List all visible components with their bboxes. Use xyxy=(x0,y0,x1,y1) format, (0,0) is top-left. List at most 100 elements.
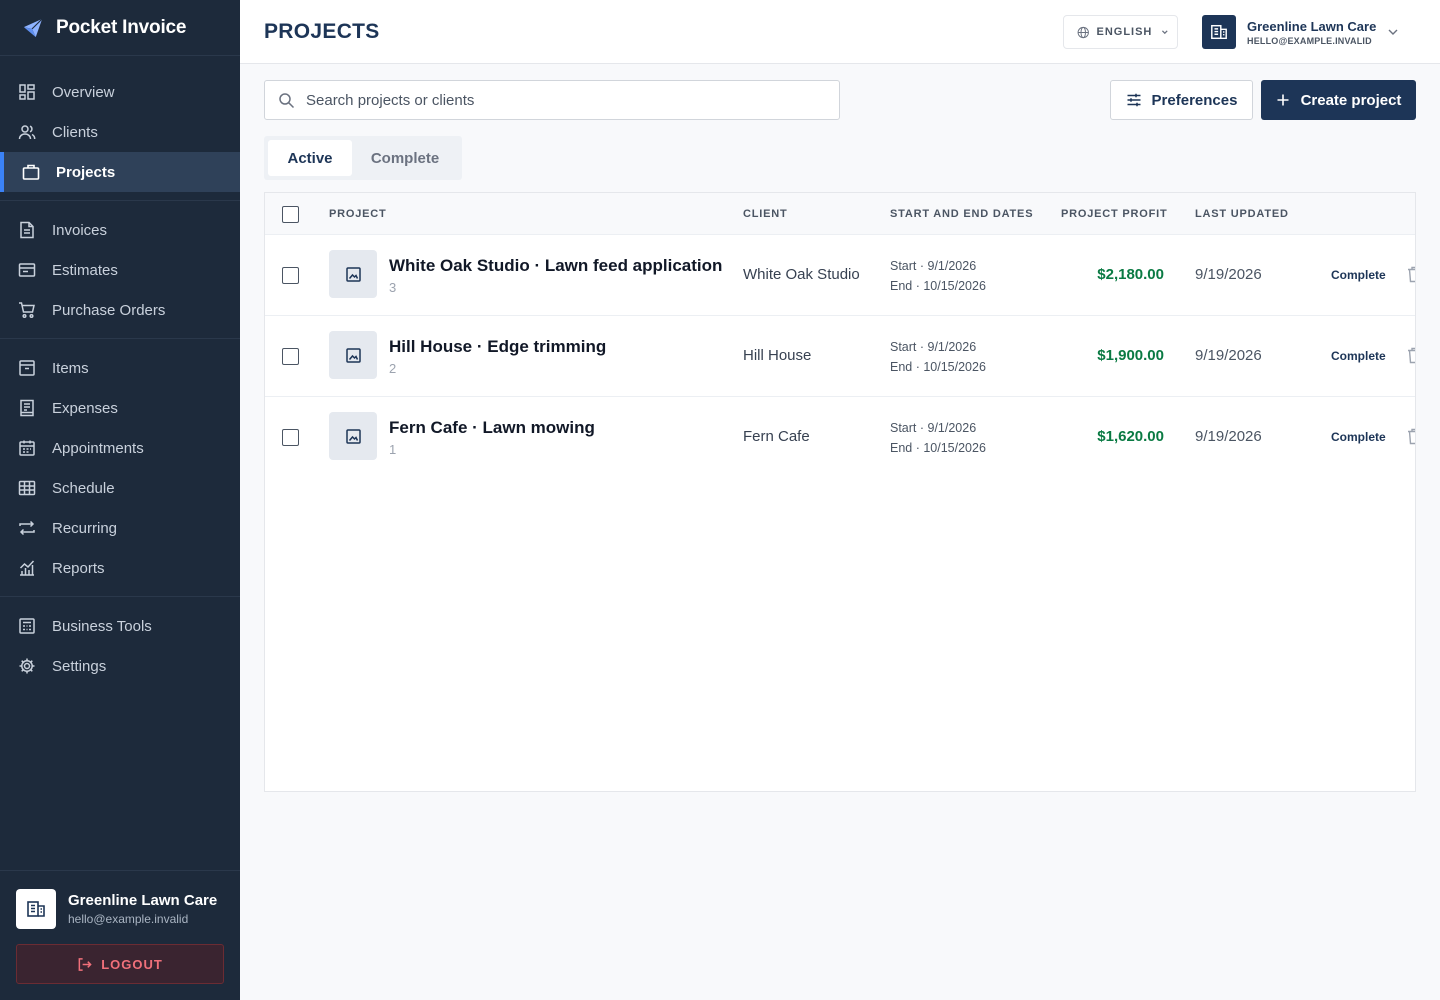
sidebar-item-label: Overview xyxy=(52,83,115,101)
sidebar-item-settings[interactable]: Settings xyxy=(0,646,240,686)
nav-group-operations: Items Expenses Appointments Schedule Rec… xyxy=(0,339,240,597)
briefcase-icon xyxy=(22,163,40,181)
column-header-updated[interactable]: LAST UPDATED xyxy=(1195,208,1289,220)
gear-icon xyxy=(18,657,36,675)
sidebar-item-label: Reports xyxy=(52,559,105,577)
sidebar-item-appointments[interactable]: Appointments xyxy=(0,428,240,468)
top-header: PROJECTS ENGLISH Greenline Lawn Care HEL… xyxy=(240,0,1440,64)
brand[interactable]: Pocket Invoice xyxy=(0,0,240,56)
complete-action-button[interactable]: Complete xyxy=(1331,430,1386,444)
account-menu[interactable]: Greenline Lawn Care HELLO@EXAMPLE.INVALI… xyxy=(1202,15,1376,49)
page-title: PROJECTS xyxy=(264,20,380,43)
account-name: Greenline Lawn Care xyxy=(68,892,218,909)
column-header-profit[interactable]: PROJECT PROFIT xyxy=(1061,208,1168,220)
paper-plane-icon xyxy=(23,17,43,37)
sidebar-item-expenses[interactable]: Expenses xyxy=(0,388,240,428)
column-header-project[interactable]: PROJECT xyxy=(329,208,387,220)
column-header-dates[interactable]: START AND END DATES xyxy=(890,208,1033,220)
table-row[interactable]: Fern Cafe · Lawn mowing 1 Fern Cafe Star… xyxy=(265,397,1416,478)
sidebar-item-overview[interactable]: Overview xyxy=(0,72,240,112)
account-chevron-down-icon[interactable] xyxy=(1386,25,1400,39)
globe-icon xyxy=(1077,26,1089,38)
cart-icon xyxy=(18,301,36,319)
project-thumbnail xyxy=(329,331,377,379)
project-dates: Start · 9/1/2026 End · 10/15/2026 xyxy=(890,418,986,458)
project-dates: Start · 9/1/2026 End · 10/15/2026 xyxy=(890,256,986,296)
trash-icon[interactable] xyxy=(1407,347,1416,364)
sidebar-item-schedule[interactable]: Schedule xyxy=(0,468,240,508)
search-input[interactable] xyxy=(306,91,806,109)
nav-group-main: Overview Clients Projects xyxy=(0,56,240,201)
column-header-client[interactable]: CLIENT xyxy=(743,208,788,220)
calculator-icon xyxy=(18,617,36,635)
row-checkbox[interactable] xyxy=(282,429,299,446)
chevron-down-icon xyxy=(1162,30,1169,35)
sidebar-item-purchase-orders[interactable]: Purchase Orders xyxy=(0,290,240,330)
project-count: 3 xyxy=(389,280,397,295)
avatar xyxy=(16,889,56,929)
sidebar-item-label: Purchase Orders xyxy=(52,301,166,319)
sidebar-item-invoices[interactable]: Invoices xyxy=(0,210,240,250)
sidebar-footer: Greenline Lawn Care hello@example.invali… xyxy=(0,870,240,1000)
logout-label: LOGOUT xyxy=(101,956,163,972)
create-project-button[interactable]: Create project xyxy=(1261,80,1416,120)
sidebar-item-items[interactable]: Items xyxy=(0,348,240,388)
end-date: End · 10/15/2026 xyxy=(890,441,986,455)
receipt-icon xyxy=(18,399,36,417)
logout-icon xyxy=(78,957,92,971)
project-dates: Start · 9/1/2026 End · 10/15/2026 xyxy=(890,337,986,377)
create-project-label: Create project xyxy=(1300,91,1402,109)
project-count: 1 xyxy=(389,442,397,457)
project-name[interactable]: Fern Cafe · Lawn mowing xyxy=(389,418,595,438)
trash-icon[interactable] xyxy=(1407,428,1416,445)
trash-icon[interactable] xyxy=(1407,266,1416,283)
sidebar-item-business-tools[interactable]: Business Tools xyxy=(0,606,240,646)
sidebar: Pocket Invoice Overview Clients Projects… xyxy=(0,0,240,1000)
account-logo xyxy=(1202,15,1236,49)
sidebar-item-clients[interactable]: Clients xyxy=(0,112,240,152)
start-date: Start · 9/1/2026 xyxy=(890,421,977,435)
image-placeholder-icon xyxy=(345,266,361,282)
building-icon xyxy=(27,901,45,917)
building-icon xyxy=(1211,24,1227,40)
start-date: Start · 9/1/2026 xyxy=(890,259,977,273)
sidebar-item-label: Business Tools xyxy=(52,617,152,635)
complete-action-button[interactable]: Complete xyxy=(1331,268,1386,282)
row-checkbox[interactable] xyxy=(282,267,299,284)
table-header: PROJECT CLIENT START AND END DATES PROJE… xyxy=(265,193,1415,235)
client-name: Fern Cafe xyxy=(743,428,810,445)
tab-active[interactable]: Active xyxy=(268,140,352,176)
sidebar-item-label: Invoices xyxy=(52,221,108,239)
table-row[interactable]: White Oak Studio · Lawn feed application… xyxy=(265,235,1416,316)
project-name[interactable]: Hill House · Edge trimming xyxy=(389,337,606,357)
select-all-checkbox[interactable] xyxy=(282,206,299,223)
document-icon xyxy=(18,221,36,239)
plus-icon xyxy=(1277,94,1289,106)
account-email: hello@example.invalid xyxy=(68,912,189,926)
folder-icon xyxy=(18,261,36,279)
users-icon xyxy=(18,123,36,141)
preferences-button[interactable]: Preferences xyxy=(1110,80,1253,120)
project-name[interactable]: White Oak Studio · Lawn feed application xyxy=(389,256,722,276)
nav-group-billing: Invoices Estimates Purchase Orders xyxy=(0,201,240,339)
sidebar-item-label: Items xyxy=(52,359,89,377)
search-box[interactable] xyxy=(264,80,840,120)
sidebar-account[interactable]: Greenline Lawn Care hello@example.invali… xyxy=(0,871,240,929)
logout-button[interactable]: LOGOUT xyxy=(16,944,224,984)
box-icon xyxy=(18,359,36,377)
language-selector[interactable]: ENGLISH xyxy=(1063,15,1178,49)
sidebar-item-reports[interactable]: Reports xyxy=(0,548,240,588)
image-placeholder-icon xyxy=(345,347,361,363)
sidebar-item-estimates[interactable]: Estimates xyxy=(0,250,240,290)
table-row[interactable]: Hill House · Edge trimming 2 Hill House … xyxy=(265,316,1416,397)
project-profit: $2,180.00 xyxy=(1097,266,1164,283)
complete-action-button[interactable]: Complete xyxy=(1331,349,1386,363)
table-icon xyxy=(18,479,36,497)
sidebar-item-recurring[interactable]: Recurring xyxy=(0,508,240,548)
sidebar-item-projects[interactable]: Projects xyxy=(0,152,240,192)
search-icon xyxy=(279,92,295,108)
row-checkbox[interactable] xyxy=(282,348,299,365)
tab-complete[interactable]: Complete xyxy=(352,140,458,176)
end-date: End · 10/15/2026 xyxy=(890,279,986,293)
sidebar-item-label: Estimates xyxy=(52,261,118,279)
